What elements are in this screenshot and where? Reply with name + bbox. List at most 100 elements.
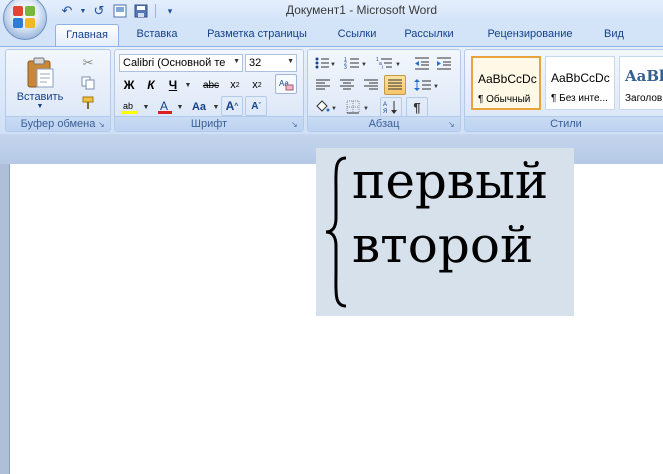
style-no-spacing[interactable]: AaBbCcDc ¶ Без инте... <box>545 56 615 110</box>
sort-icon: АЯ <box>383 101 397 115</box>
styles-group-label: Стили <box>465 116 663 131</box>
copy-icon[interactable] <box>78 74 98 92</box>
align-left-icon <box>316 79 330 90</box>
clipboard-group-label: Буфер обмена <box>6 116 110 131</box>
sort-button[interactable]: АЯ <box>380 97 402 117</box>
subscript-button[interactable]: x2 <box>225 76 245 94</box>
styles-group: AaBbCcDc ¶ Обычный AaBbCcDc ¶ Без инте..… <box>464 49 663 132</box>
align-right-icon <box>364 79 378 90</box>
change-case-button[interactable]: Aa <box>187 98 211 116</box>
svg-text:Я: Я <box>383 109 387 115</box>
tab-view[interactable]: Вид <box>594 24 634 46</box>
shading-button[interactable]: ▼ <box>312 98 340 116</box>
highlight-dropdown-icon[interactable]: ▼ <box>141 98 151 116</box>
cut-icon[interactable]: ✂ <box>78 54 98 72</box>
window-title: Документ1 - Microsoft Word <box>285 3 438 17</box>
font-size-value: 32 <box>249 57 262 69</box>
style-name: ¶ Обычный <box>478 94 531 105</box>
font-name-select[interactable]: Calibri (Основной те ▼ <box>119 54 243 72</box>
show-formatting-marks-button[interactable]: ¶ <box>406 97 428 117</box>
align-center-button[interactable] <box>336 76 358 94</box>
chevron-down-icon: ▼ <box>233 58 240 65</box>
font-color-button[interactable]: A <box>155 98 175 116</box>
svg-text:А: А <box>383 102 387 108</box>
eraser-icon: Aa <box>279 79 294 91</box>
style-sample: AaBbCcDc <box>478 72 537 86</box>
style-heading1[interactable]: AaBb Заголов <box>619 56 663 110</box>
underline-dropdown-icon[interactable]: ▼ <box>183 76 193 94</box>
paste-label: Вставить <box>16 90 64 103</box>
paste-dropdown-icon: ▼ <box>36 102 44 110</box>
style-name: Заголов <box>625 93 663 104</box>
grow-font-button[interactable]: A ^ <box>221 96 243 116</box>
paste-icon <box>27 57 54 87</box>
justify-icon <box>388 79 402 90</box>
borders-button[interactable]: ▼ <box>344 98 374 116</box>
left-curly-brace <box>325 156 347 308</box>
style-sample: AaBb <box>625 67 663 85</box>
tab-references[interactable]: Ссылки <box>326 24 388 46</box>
svg-text:▼: ▼ <box>331 106 337 112</box>
bullets-button[interactable]: ▼ <box>312 54 338 72</box>
style-normal[interactable]: AaBbCcDc ¶ Обычный <box>471 56 541 110</box>
style-name: ¶ Без инте... <box>551 93 608 104</box>
font-color-dropdown-icon[interactable]: ▼ <box>175 98 185 116</box>
ribbon-tabs: Главная Вставка Разметка страницы Ссылки… <box>0 22 663 46</box>
svg-text:▼: ▼ <box>361 62 367 68</box>
increase-indent-icon <box>437 57 451 70</box>
increase-indent-button[interactable] <box>434 54 454 72</box>
paragraph-group: ▼ 1 2 3 ▼ 1 a i ▼ ▼ ▼ ▼ А Я ¶ Абзац ↘ <box>307 49 461 132</box>
svg-text:3: 3 <box>344 65 347 70</box>
clipboard-launcher-icon[interactable]: ↘ <box>98 120 107 129</box>
paint-bucket-icon: ▼ <box>316 100 337 112</box>
tab-mailings[interactable]: Рассылки <box>396 24 462 46</box>
document-line-1[interactable]: первый <box>352 152 548 210</box>
align-left-button[interactable] <box>312 76 334 94</box>
italic-button[interactable]: К <box>141 76 161 94</box>
multilevel-list-button[interactable]: 1 a i ▼ <box>374 54 404 72</box>
svg-text:ab: ab <box>123 101 133 111</box>
clear-formatting-button[interactable]: Aa <box>275 74 297 94</box>
underline-button[interactable]: Ч <box>163 76 183 94</box>
tab-review[interactable]: Рецензирование <box>472 24 588 46</box>
tab-page-layout[interactable]: Разметка страницы <box>196 24 318 46</box>
paragraph-launcher-icon[interactable]: ↘ <box>448 120 457 129</box>
shrink-font-button[interactable]: Aˇ <box>245 96 267 116</box>
paragraph-group-label: Абзац <box>308 116 460 131</box>
svg-text:A: A <box>160 99 168 113</box>
numbering-button[interactable]: 1 2 3 ▼ <box>342 54 370 72</box>
title-bar: ↶ ▼ ↺ ▾ Документ1 - Microsoft Word <box>0 0 663 22</box>
borders-icon: ▼ <box>346 100 369 114</box>
numbering-icon: 123 ▼ <box>344 57 367 70</box>
strikethrough-button[interactable]: abc <box>199 76 223 94</box>
font-color-icon: A <box>158 99 172 114</box>
highlighter-icon: ab <box>122 101 138 114</box>
font-group: Calibri (Основной те ▼ 32 ▼ Ж К Ч ▼ abc … <box>114 49 304 132</box>
change-case-dropdown-icon[interactable]: ▼ <box>211 98 221 116</box>
decrease-indent-button[interactable] <box>412 54 432 72</box>
svg-text:i: i <box>382 65 383 70</box>
line-spacing-button[interactable]: ▼ <box>412 76 442 94</box>
bold-button[interactable]: Ж <box>119 76 139 94</box>
font-launcher-icon[interactable]: ↘ <box>291 120 300 129</box>
svg-text:▼: ▼ <box>363 106 369 112</box>
svg-text:▼: ▼ <box>330 62 336 68</box>
justify-button[interactable] <box>384 75 406 95</box>
format-painter-icon[interactable] <box>78 94 98 112</box>
bullets-icon: ▼ <box>315 57 336 69</box>
font-group-label: Шрифт <box>115 116 303 131</box>
font-size-select[interactable]: 32 ▼ <box>245 54 297 72</box>
highlight-button[interactable]: ab <box>119 98 141 116</box>
paste-button[interactable]: Вставить ▼ <box>17 52 63 114</box>
superscript-button[interactable]: x2 <box>247 76 267 94</box>
chevron-down-icon: ▼ <box>287 58 294 65</box>
tab-home[interactable]: Главная <box>55 24 119 46</box>
tab-insert[interactable]: Вставка <box>126 24 188 46</box>
decrease-indent-icon <box>415 57 429 70</box>
font-name-value: Calibri (Основной те <box>123 57 226 69</box>
style-sample: AaBbCcDc <box>551 71 610 85</box>
document-line-2[interactable]: второй <box>352 216 533 274</box>
office-logo-icon <box>13 6 37 30</box>
svg-text:▼: ▼ <box>395 62 401 68</box>
align-right-button[interactable] <box>360 76 382 94</box>
